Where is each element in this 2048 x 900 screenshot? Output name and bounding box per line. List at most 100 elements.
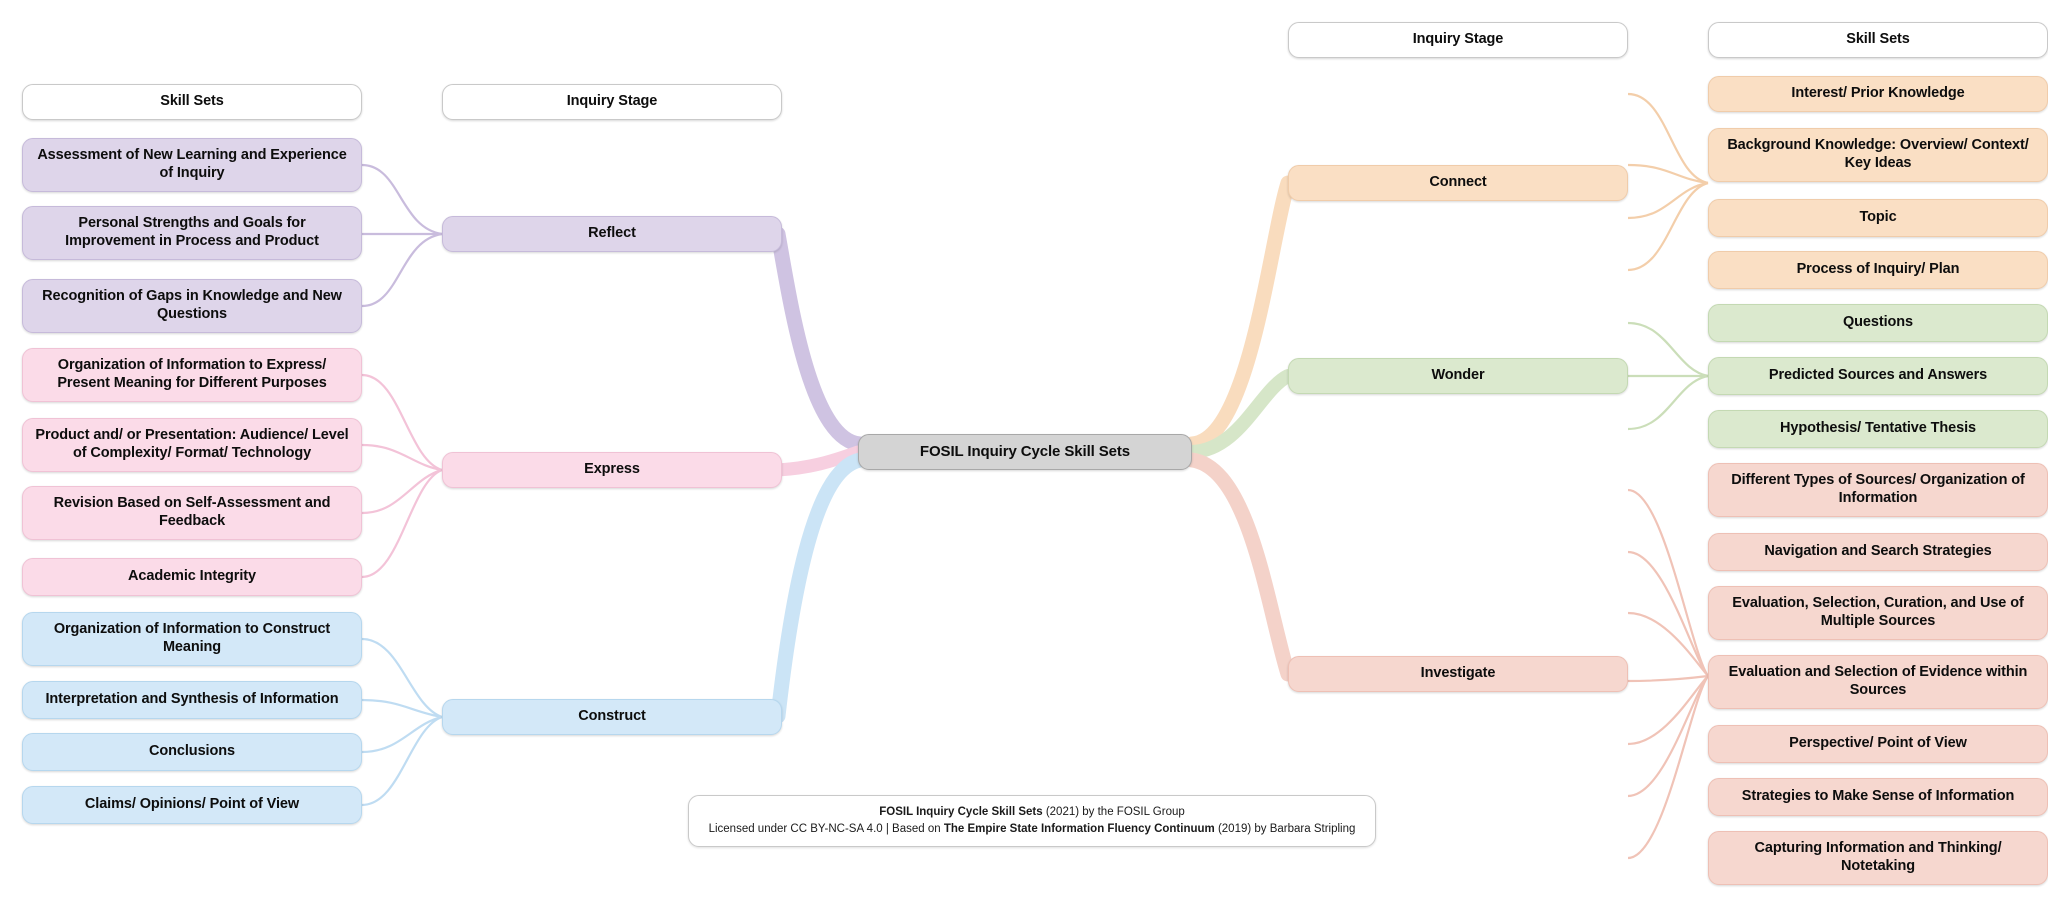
header-right-skill-sets: Skill Sets [1708, 22, 2048, 58]
attribution-line-2: Licensed under CC BY-NC-SA 4.0 | Based o… [709, 821, 1356, 838]
link-investigate-7 [1627, 675, 1709, 860]
center-node-label: FOSIL Inquiry Cycle Skill Sets [919, 442, 1131, 460]
link-connect-3 [1627, 181, 1709, 220]
skill-node-investigate-4[interactable]: Evaluation and Selection of Evidence wit… [1708, 655, 2048, 709]
skill-node-express-3[interactable]: Revision Based on Self-Assessment and Fe… [22, 486, 362, 540]
stage-node-construct[interactable]: Construct [442, 699, 782, 735]
skill-label: Topic [1859, 209, 1897, 226]
skill-node-reflect-1[interactable]: Assessment of New Learning and Experienc… [22, 138, 362, 192]
skill-label: Questions [1843, 314, 1913, 331]
link-connect-1 [1627, 92, 1709, 185]
skill-node-wonder-2[interactable]: Predicted Sources and Answers [1708, 357, 2048, 395]
skill-node-construct-1[interactable]: Organization of Information to Construct… [22, 612, 362, 666]
link-construct-1 [361, 637, 443, 719]
attribution-box: FOSIL Inquiry Cycle Skill Sets (2021) by… [688, 795, 1376, 847]
skill-label: Perspective/ Point of View [1789, 735, 1967, 752]
skill-label: Revision Based on Self-Assessment and Fe… [53, 495, 331, 529]
skill-label: Process of Inquiry/ Plan [1796, 261, 1960, 278]
link-reflect-1 [361, 163, 443, 236]
attribution-title: FOSIL Inquiry Cycle Skill Sets [879, 806, 1043, 819]
stage-label: Wonder [1431, 367, 1485, 384]
skill-node-investigate-6[interactable]: Strategies to Make Sense of Information [1708, 778, 2048, 816]
link-investigate-2 [1627, 550, 1709, 677]
link-wonder-1 [1627, 321, 1709, 378]
skill-node-connect-2[interactable]: Background Knowledge: Overview/ Context/… [1708, 128, 2048, 182]
skill-label: Capturing Information and Thinking/ Note… [1754, 840, 2002, 874]
stage-label: Express [584, 461, 640, 478]
skill-node-investigate-2[interactable]: Navigation and Search Strategies [1708, 533, 2048, 571]
skill-label: Predicted Sources and Answers [1768, 367, 1988, 384]
skill-node-express-2[interactable]: Product and/ or Presentation: Audience/ … [22, 418, 362, 472]
stage-label: Investigate [1420, 665, 1496, 682]
link-investigate-6 [1627, 675, 1709, 798]
trunk-wonder-main [1185, 369, 1295, 459]
attribution-line-1: FOSIL Inquiry Cycle Skill Sets (2021) by… [879, 804, 1185, 821]
header-right-skill-sets-label: Skill Sets [1846, 31, 1910, 48]
skill-node-investigate-7[interactable]: Capturing Information and Thinking/ Note… [1708, 831, 2048, 885]
header-left-inquiry-stage: Inquiry Stage [442, 84, 782, 120]
link-express-3 [361, 468, 443, 515]
skill-node-construct-3[interactable]: Conclusions [22, 733, 362, 771]
skill-node-connect-3[interactable]: Topic [1708, 199, 2048, 237]
stage-node-express[interactable]: Express [442, 452, 782, 488]
skill-node-express-1[interactable]: Organization of Information to Express/ … [22, 348, 362, 402]
link-investigate-1 [1627, 488, 1709, 677]
attribution-license: Licensed under CC BY-NC-SA 4.0 | Based o… [708, 823, 944, 835]
link-reflect-3 [361, 232, 443, 308]
header-left-skill-sets-label: Skill Sets [160, 93, 224, 110]
skill-node-connect-4[interactable]: Process of Inquiry/ Plan [1708, 251, 2048, 289]
stage-label: Reflect [588, 225, 636, 242]
skill-label: Conclusions [149, 743, 235, 760]
link-express-2 [361, 443, 443, 472]
trunk-connect-main [1184, 175, 1296, 452]
link-construct-3 [361, 715, 443, 754]
attribution-source: The Empire State Information Fluency Con… [943, 823, 1215, 835]
trunk-investigate-main [1184, 452, 1296, 682]
trunk-reflect-main [770, 226, 868, 452]
skill-label: Background Knowledge: Overview/ Context/… [1727, 137, 2029, 171]
skill-node-reflect-3[interactable]: Recognition of Gaps in Knowledge and New… [22, 279, 362, 333]
stage-label: Connect [1429, 174, 1487, 191]
skill-label: Hypothesis/ Tentative Thesis [1780, 420, 1976, 437]
skill-label: Strategies to Make Sense of Information [1741, 788, 2015, 805]
skill-node-investigate-3[interactable]: Evaluation, Selection, Curation, and Use… [1708, 586, 2048, 640]
skill-label: Interpretation and Synthesis of Informat… [45, 691, 339, 708]
skill-node-investigate-1[interactable]: Different Types of Sources/ Organization… [1708, 463, 2048, 517]
header-right-inquiry-stage: Inquiry Stage [1288, 22, 1628, 58]
trunk-reflect [757, 223, 858, 440]
skill-label: Evaluation and Selection of Evidence wit… [1728, 664, 2028, 698]
skill-label: Assessment of New Learning and Experienc… [37, 147, 347, 181]
skill-label: Organization of Information to Construct… [53, 621, 331, 655]
skill-node-connect-1[interactable]: Interest/ Prior Knowledge [1708, 76, 2048, 112]
link-express-1 [361, 373, 443, 472]
link-construct-2 [361, 698, 443, 719]
link-connect-2 [1627, 163, 1709, 185]
link-wonder-3 [1627, 374, 1709, 431]
mindmap-canvas: Skill Sets Inquiry Stage Assessment of N… [0, 0, 2048, 900]
skill-node-reflect-2[interactable]: Personal Strengths and Goals for Improve… [22, 206, 362, 260]
attribution-source-rest: (2019) by Barbara Stripling [1214, 823, 1356, 835]
header-left-skill-sets: Skill Sets [22, 84, 362, 120]
skill-node-express-4[interactable]: Academic Integrity [22, 558, 362, 596]
skill-node-wonder-3[interactable]: Hypothesis/ Tentative Thesis [1708, 410, 2048, 448]
trunk-express-main [771, 445, 865, 477]
skill-label: Interest/ Prior Knowledge [1791, 85, 1965, 102]
stage-node-wonder[interactable]: Wonder [1288, 358, 1628, 394]
attribution-title-rest: (2021) by the FOSIL Group [1042, 806, 1185, 819]
link-investigate-3 [1627, 611, 1709, 677]
link-investigate-5 [1627, 675, 1709, 746]
skill-node-wonder-1[interactable]: Questions [1708, 304, 2048, 342]
trunk-construct-main [770, 452, 868, 724]
center-node[interactable]: FOSIL Inquiry Cycle Skill Sets [858, 434, 1192, 470]
stage-node-investigate[interactable]: Investigate [1288, 656, 1628, 692]
skill-node-construct-2[interactable]: Interpretation and Synthesis of Informat… [22, 681, 362, 719]
skill-node-investigate-5[interactable]: Perspective/ Point of View [1708, 725, 2048, 763]
skill-label: Product and/ or Presentation: Audience/ … [35, 427, 349, 461]
skill-label: Personal Strengths and Goals for Improve… [65, 215, 319, 249]
stage-node-connect[interactable]: Connect [1288, 165, 1628, 201]
skill-label: Organization of Information to Express/ … [57, 357, 327, 391]
stage-node-reflect[interactable]: Reflect [442, 216, 782, 252]
skill-node-construct-4[interactable]: Claims/ Opinions/ Point of View [22, 786, 362, 824]
skill-label: Evaluation, Selection, Curation, and Use… [1732, 595, 2024, 629]
stage-label: Construct [578, 708, 646, 725]
